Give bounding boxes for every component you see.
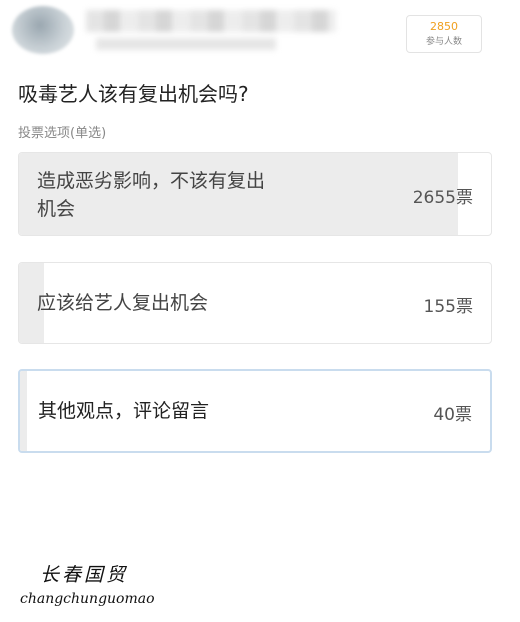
poll-header: 2850 参与人数 [0, 0, 520, 62]
poll-question: 吸毒艺人该有复出机会吗? [18, 82, 249, 106]
poll-mode-label: 投票选项(单选) [18, 126, 107, 141]
option-label-line1: 造成恶劣影响，不该有复出 [37, 170, 266, 192]
blurred-meta [96, 38, 276, 50]
avatar[interactable] [12, 6, 74, 54]
vote-share-bar [20, 371, 27, 451]
option-label: 其他观点，评论留言 [38, 400, 210, 422]
poll-option-2[interactable]: 应该给艺人复出机会 155票 [18, 262, 492, 344]
option-label: 应该给艺人复出机会 [37, 292, 209, 314]
watermark-chinese: 长春国贸 [40, 564, 129, 586]
participants-badge: 2850 参与人数 [406, 15, 482, 53]
vote-count: 40票 [433, 405, 472, 425]
poll-option-3[interactable]: 其他观点，评论留言 40票 [18, 369, 492, 453]
vote-count: 155票 [423, 297, 473, 317]
watermark: 长春国贸 changchunguomao [20, 560, 155, 607]
option-label: 造成恶劣影响，不该有复出 机会 [37, 167, 265, 223]
participants-label: 参与人数 [425, 37, 462, 47]
option-label-line2: 机会 [37, 198, 76, 220]
participants-count: 2850 [430, 20, 458, 33]
watermark-pinyin: changchunguomao [20, 591, 155, 607]
blurred-username [86, 10, 336, 32]
vote-count: 2655票 [412, 188, 473, 208]
poll-option-1[interactable]: 造成恶劣影响，不该有复出 机会 2655票 [18, 152, 492, 236]
